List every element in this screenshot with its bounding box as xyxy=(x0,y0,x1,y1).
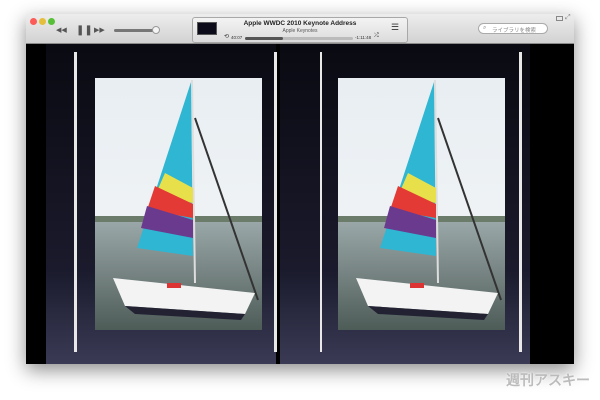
close-button[interactable] xyxy=(30,18,37,25)
track-title: Apple WWDC 2010 Keynote Address xyxy=(243,20,357,27)
elapsed-time: 40:07 xyxy=(231,35,243,40)
rewind-button[interactable]: ◀◀ xyxy=(56,26,67,34)
repeat-icon[interactable]: ⟲ xyxy=(224,33,229,40)
itunes-window: ◀◀ ❚❚ ▶▶ Apple WWDC 2010 Keynote Address… xyxy=(26,14,574,364)
now-playing-display: Apple WWDC 2010 Keynote Address Apple Ke… xyxy=(192,17,408,43)
up-next-list-icon[interactable]: ☰ xyxy=(391,22,399,33)
miniplayer-icon[interactable] xyxy=(556,16,563,21)
minimize-button[interactable] xyxy=(39,18,46,25)
forward-button[interactable]: ▶▶ xyxy=(94,26,105,34)
phone-edge xyxy=(519,52,522,352)
zoom-button[interactable] xyxy=(48,18,55,25)
remaining-time: -1:11:48 xyxy=(355,35,372,40)
toolbar: ◀◀ ❚❚ ▶▶ Apple WWDC 2010 Keynote Address… xyxy=(26,14,574,44)
volume-slider[interactable] xyxy=(114,26,160,34)
phone-edge xyxy=(320,52,322,352)
watermark: 週刊アスキー xyxy=(506,372,590,388)
progress-fill xyxy=(245,37,283,40)
search-icon: ⌕ xyxy=(483,25,487,31)
sailboat-photo-right xyxy=(338,78,505,330)
phone-edge xyxy=(74,52,77,352)
volume-knob[interactable] xyxy=(152,26,160,34)
progress-bar[interactable] xyxy=(245,37,353,40)
sailboat-photo-left xyxy=(95,78,262,330)
search-placeholder: ライブラリを検索 xyxy=(492,27,537,34)
pause-button[interactable]: ❚❚ xyxy=(76,25,93,36)
phone-edge xyxy=(274,52,277,352)
fullscreen-icon[interactable]: ⤢ xyxy=(565,14,571,22)
search-input[interactable]: ⌕ ライブラリを検索 xyxy=(478,23,548,34)
video-area[interactable] xyxy=(26,44,574,364)
shuffle-icon[interactable]: ⤮ xyxy=(374,33,379,40)
